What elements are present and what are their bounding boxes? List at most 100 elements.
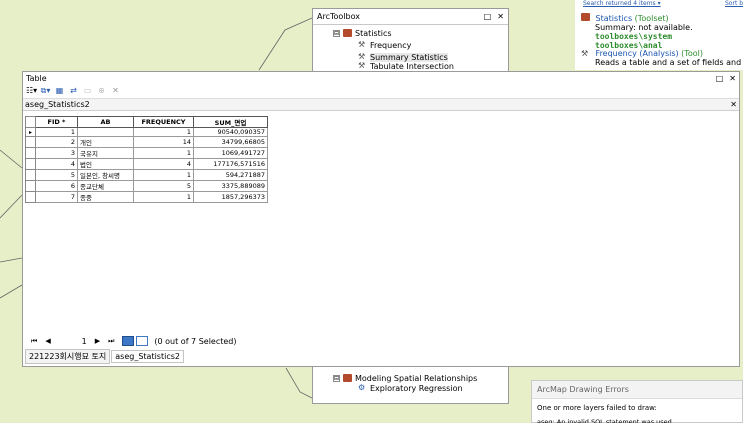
column-header-fid[interactable]: FID * bbox=[35, 116, 78, 128]
show-all-records-button[interactable] bbox=[122, 336, 135, 346]
cell-fid[interactable]: 7 bbox=[35, 191, 78, 203]
arctoolbox-titlebar[interactable]: ArcToolbox □ ✕ bbox=[313, 9, 508, 25]
tab-table-active[interactable]: aseg_Statistics2 bbox=[111, 350, 184, 363]
tree-item-exploratory-regression[interactable]: ⚙ Exploratory Regression bbox=[358, 384, 463, 393]
error-window-title[interactable]: ArcMap Drawing Errors bbox=[532, 381, 742, 399]
tree-item-statistics[interactable]: ⊟ Statistics bbox=[333, 27, 392, 39]
cell-sum[interactable]: 34799,66805 bbox=[193, 136, 268, 148]
related-tables-icon[interactable]: ⧉▾ bbox=[40, 86, 51, 96]
search-result-frequency[interactable]: ⚒ Frequency (Analysis) (Tool) Reads a ta… bbox=[581, 49, 741, 67]
search-result-statistics[interactable]: Statistics (Toolset) Summary: not availa… bbox=[581, 13, 743, 50]
table-tabstrip: aseg_Statistics2 ✕ bbox=[23, 99, 739, 111]
cell-sum[interactable]: 177176,571516 bbox=[193, 158, 268, 170]
table-row[interactable]: 2 개인 14 34799,66805 bbox=[25, 136, 268, 148]
cell-ab[interactable]: 종교단체 bbox=[77, 180, 134, 192]
cell-sum[interactable]: 594,271887 bbox=[193, 169, 268, 181]
script-tool-icon: ⚙ bbox=[358, 384, 366, 392]
table-row[interactable]: ▸ 1 1 90540,090357 bbox=[25, 127, 268, 137]
restore-icon[interactable]: □ bbox=[716, 74, 724, 83]
hammer-tool-icon: ⚒ bbox=[581, 49, 589, 58]
map-feature-line bbox=[258, 17, 313, 71]
row-selector[interactable] bbox=[25, 169, 36, 181]
result-kind: (Tool) bbox=[681, 49, 703, 58]
clear-selection-icon[interactable]: ▭ bbox=[82, 86, 93, 96]
result-summary: Summary: not available. bbox=[595, 23, 693, 32]
row-selector[interactable] bbox=[25, 158, 36, 170]
row-selector[interactable] bbox=[25, 191, 36, 203]
cell-ab[interactable] bbox=[77, 127, 134, 137]
show-selected-records-button[interactable] bbox=[136, 336, 149, 346]
cell-ab[interactable]: 일본인, 창씨명 bbox=[77, 169, 134, 181]
zoom-to-selected-icon[interactable]: ⊕ bbox=[96, 86, 107, 96]
table-row[interactable]: 6 종교단체 5 3375,889089 bbox=[25, 180, 268, 192]
toolbox-icon bbox=[343, 374, 352, 382]
cell-fid[interactable]: 5 bbox=[35, 169, 78, 181]
table-window: Table □ ✕ ☷▾ ⧉▾ ▦ ⇄ ▭ ⊕ ✕ aseg_Statistic… bbox=[22, 71, 740, 367]
restore-icon[interactable]: □ bbox=[484, 12, 492, 21]
cell-frequency[interactable]: 1 bbox=[133, 147, 194, 159]
current-record-field[interactable]: 1 bbox=[59, 337, 87, 346]
tree-item-frequency[interactable]: ⚒ Frequency bbox=[358, 39, 411, 51]
column-header-sum[interactable]: SUM_면업 bbox=[193, 116, 268, 128]
cell-frequency[interactable]: 1 bbox=[133, 169, 194, 181]
cell-sum[interactable]: 1857,296373 bbox=[193, 191, 268, 203]
cell-fid[interactable]: 6 bbox=[35, 180, 78, 192]
result-name[interactable]: Statistics bbox=[596, 14, 633, 23]
map-feature-line bbox=[0, 257, 23, 263]
column-header-ab[interactable]: AB bbox=[77, 116, 134, 128]
table-row[interactable]: 5 일본인, 창씨명 1 594,271887 bbox=[25, 169, 268, 181]
cell-frequency[interactable]: 14 bbox=[133, 136, 194, 148]
cell-frequency[interactable]: 5 bbox=[133, 180, 194, 192]
row-selector[interactable]: ▸ bbox=[25, 127, 36, 137]
cell-ab[interactable]: 종중 bbox=[77, 191, 134, 203]
table-options-icon[interactable]: ☷▾ bbox=[26, 86, 37, 96]
cell-fid[interactable]: 2 bbox=[35, 136, 78, 148]
cell-fid[interactable]: 4 bbox=[35, 158, 78, 170]
close-icon[interactable]: ✕ bbox=[497, 12, 504, 21]
map-feature-line bbox=[0, 149, 23, 169]
switch-selection-icon[interactable]: ⇄ bbox=[68, 86, 79, 96]
result-name[interactable]: Frequency (Analysis) bbox=[596, 49, 679, 58]
select-by-attributes-icon[interactable]: ▦ bbox=[54, 86, 65, 96]
row-selector-header[interactable] bbox=[25, 116, 36, 128]
previous-record-icon[interactable]: ◀ bbox=[45, 337, 50, 345]
drawing-errors-window: ArcMap Drawing Errors One or more layers… bbox=[531, 380, 743, 423]
column-header-frequency[interactable]: FREQUENCY bbox=[133, 116, 194, 128]
delete-selected-icon[interactable]: ✕ bbox=[110, 86, 121, 96]
sort-link[interactable]: Sort b bbox=[725, 0, 743, 7]
table-row[interactable]: 4 법인 4 177176,571516 bbox=[25, 158, 268, 170]
attribute-grid[interactable]: FID * AB FREQUENCY SUM_면업 ▸ 1 1 90540,09035… bbox=[23, 112, 739, 344]
tree-item-label: Statistics bbox=[355, 28, 392, 38]
collapse-icon[interactable]: ⊟ bbox=[333, 374, 340, 382]
row-selector[interactable] bbox=[25, 147, 36, 159]
close-table-icon[interactable]: ✕ bbox=[730, 100, 737, 109]
cell-frequency[interactable]: 1 bbox=[133, 191, 194, 203]
cell-frequency[interactable]: 4 bbox=[133, 158, 194, 170]
tab-table[interactable]: 221223회시행묘 토지 bbox=[25, 349, 111, 364]
cell-ab[interactable]: 법인 bbox=[77, 158, 134, 170]
row-selector[interactable] bbox=[25, 180, 36, 192]
table-titlebar[interactable]: Table □ ✕ bbox=[23, 72, 739, 84]
close-icon[interactable]: ✕ bbox=[729, 74, 736, 83]
search-status-link[interactable]: Search returned 4 items ▾ bbox=[583, 0, 661, 7]
table-row[interactable]: 7 종중 1 1857,296373 bbox=[25, 191, 268, 203]
tree-item-tabulate-intersection[interactable]: ⚒ Tabulate Intersection bbox=[358, 62, 454, 71]
cell-fid[interactable]: 3 bbox=[35, 147, 78, 159]
attribute-table: FID * AB FREQUENCY SUM_면업 ▸ 1 1 90540,09035… bbox=[25, 116, 268, 203]
first-record-icon[interactable]: ⏮ bbox=[31, 337, 37, 346]
toolbox-icon bbox=[343, 29, 352, 37]
cell-frequency[interactable]: 1 bbox=[133, 127, 194, 137]
error-detail: aseg: An invalid SQL statement was used. bbox=[537, 418, 674, 423]
cell-sum[interactable]: 1069,491727 bbox=[193, 147, 268, 159]
collapse-icon[interactable]: ⊟ bbox=[333, 29, 340, 37]
last-record-icon[interactable]: ⏭ bbox=[108, 337, 114, 346]
tree-item-modeling-spatial-relationships[interactable]: ⊟ Modeling Spatial Relationships bbox=[333, 372, 477, 384]
row-selector[interactable] bbox=[25, 136, 36, 148]
cell-ab[interactable]: 개인 bbox=[77, 136, 134, 148]
next-record-icon[interactable]: ▶ bbox=[95, 337, 100, 345]
table-row[interactable]: 3 국유지 1 1069,491727 bbox=[25, 147, 268, 159]
cell-sum[interactable]: 3375,889089 bbox=[193, 180, 268, 192]
cell-ab[interactable]: 국유지 bbox=[77, 147, 134, 159]
cell-fid[interactable]: 1 bbox=[35, 127, 78, 137]
cell-sum[interactable]: 90540,090357 bbox=[193, 127, 268, 137]
